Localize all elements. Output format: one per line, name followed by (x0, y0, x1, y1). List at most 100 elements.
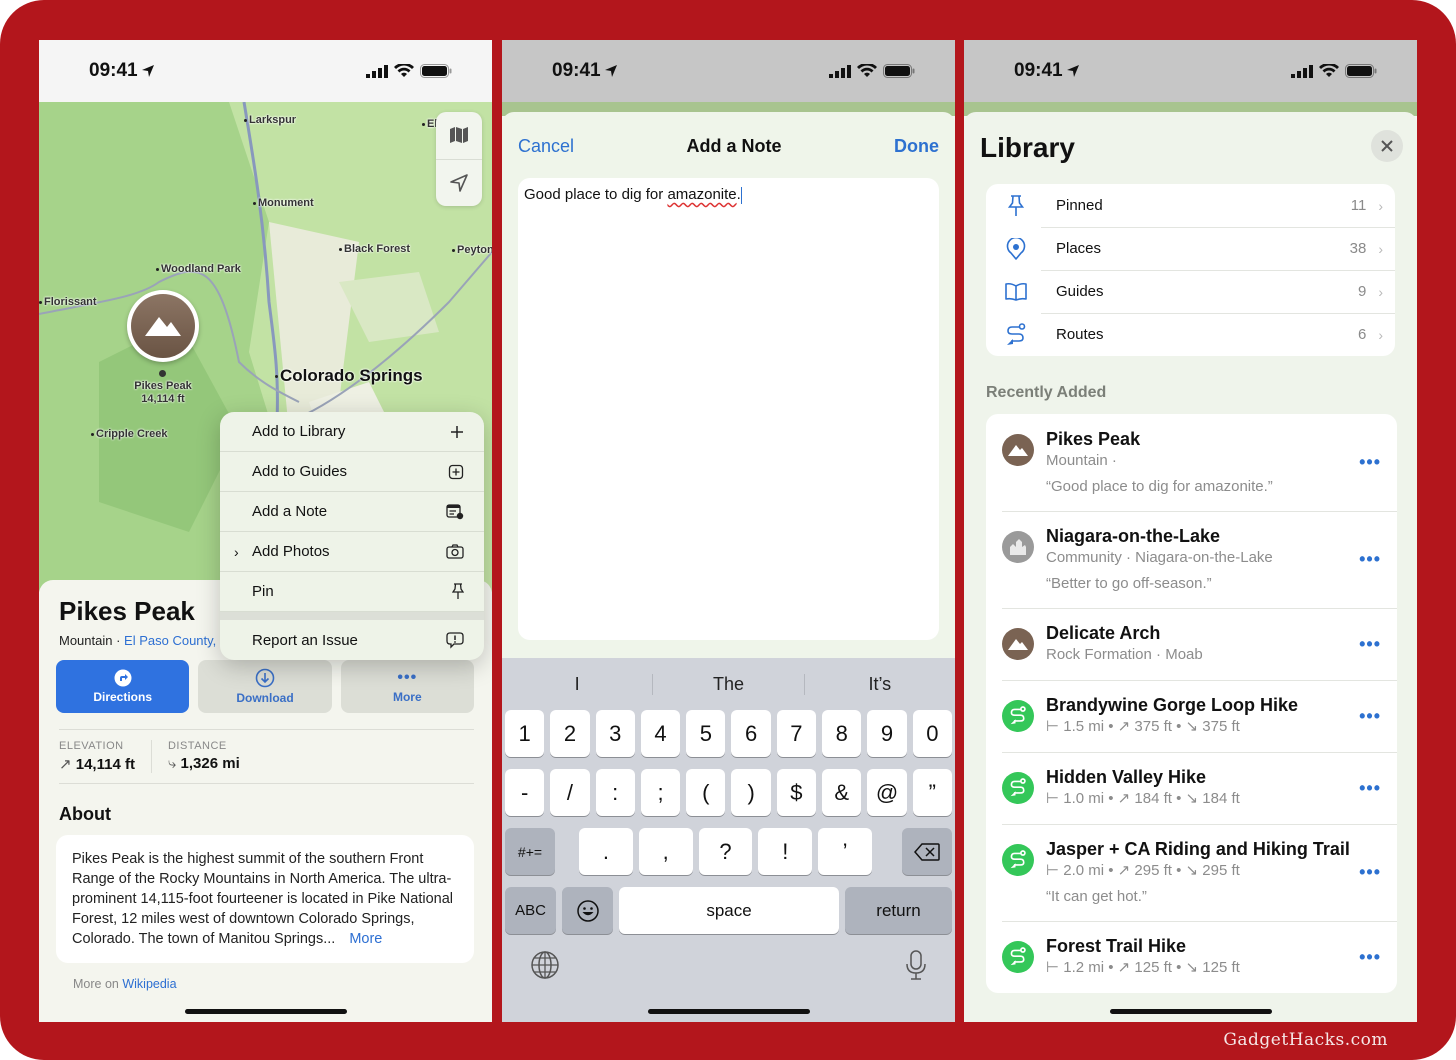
recent-item[interactable]: Jasper + CA Riding and Hiking Trail ⊢ 2.0… (986, 824, 1397, 921)
menu-item-add-to-guides[interactable]: Add to Guides (220, 452, 484, 492)
recent-item-note: “Better to go off-season.” (1046, 575, 1212, 592)
key[interactable]: 2 (550, 710, 590, 757)
key[interactable]: : (595, 769, 635, 816)
more-options-button[interactable]: ••• (1359, 452, 1381, 473)
space-key[interactable]: space (619, 887, 839, 934)
map-label[interactable]: Peyton (452, 244, 492, 256)
map-label[interactable]: Cripple Creek (91, 428, 168, 440)
menu-item-add-a-note[interactable]: Add a Note (220, 492, 484, 532)
key[interactable]: $ (776, 769, 817, 816)
emoji-key[interactable] (562, 887, 613, 934)
key[interactable]: 3 (595, 710, 635, 757)
map-mode-button[interactable] (436, 112, 482, 160)
recent-item[interactable]: Niagara-on-the-Lake Community · Niagara-o… (986, 511, 1397, 608)
home-indicator[interactable] (1109, 1009, 1272, 1014)
home-indicator[interactable] (647, 1009, 810, 1014)
globe-icon[interactable] (530, 950, 560, 980)
key[interactable]: 7 (776, 710, 817, 757)
more-options-button[interactable]: ••• (1359, 778, 1381, 799)
note-sheet: Cancel Add a Note Done Good place to dig… (502, 112, 955, 658)
recent-item[interactable]: Delicate Arch Rock Formation · Moab ••• (986, 608, 1397, 680)
menu-item-pin[interactable]: Pin (220, 572, 484, 612)
category-routes[interactable]: Routes 6 › (986, 313, 1395, 356)
key[interactable]: ! (758, 828, 813, 875)
note-text-field[interactable]: Good place to dig for amazonite. (518, 178, 939, 640)
key[interactable]: @ (867, 769, 907, 816)
more-options-button[interactable]: ••• (1359, 947, 1381, 968)
home-indicator[interactable] (184, 1009, 347, 1014)
key[interactable]: , (638, 828, 693, 875)
key[interactable]: ” (912, 769, 952, 816)
map-label[interactable]: Larkspur (244, 114, 296, 126)
key-row-symbols: - /:;() $ & @” (502, 769, 955, 816)
return-key[interactable]: return (845, 887, 952, 934)
map-label[interactable]: Monument (253, 197, 314, 209)
key[interactable]: . (579, 828, 633, 875)
key[interactable]: & (822, 769, 862, 816)
category-guides[interactable]: Guides 9 › (986, 270, 1395, 313)
place-pin[interactable] (127, 290, 199, 362)
key[interactable]: / (550, 769, 590, 816)
menu-item-add-to-library[interactable]: Add to Library (220, 412, 484, 452)
map-city-label[interactable]: Colorado Springs (275, 366, 423, 386)
recent-item-subtitle: Rock Formation · Moab (1046, 646, 1203, 663)
suggestion[interactable]: The (652, 673, 803, 695)
key[interactable]: 8 (822, 710, 862, 757)
more-label: More (392, 690, 422, 704)
close-button[interactable] (1371, 130, 1403, 162)
symbols-key[interactable]: #+= (505, 828, 555, 875)
recent-item[interactable]: Brandywine Gorge Loop Hike ⊢ 1.5 mi • ↗ 3… (986, 680, 1397, 752)
key[interactable]: ; (640, 769, 681, 816)
suggestion[interactable]: It’s (803, 673, 955, 695)
route-icon (1010, 778, 1026, 797)
map-label[interactable]: Woodland Park (156, 263, 241, 275)
stat-key: DISTANCE (167, 740, 227, 752)
more-options-button[interactable]: ••• (1359, 549, 1381, 570)
more-options-button[interactable]: ••• (1359, 706, 1381, 727)
key[interactable]: 6 (731, 710, 771, 757)
place-county-link[interactable]: El Paso County, (124, 633, 216, 648)
abc-key[interactable]: ABC (505, 887, 556, 934)
place-stats: ELEVATION ↗ 14,114 ft DISTANCE ⤷ 1,326 m… (59, 729, 474, 784)
key[interactable]: 4 (640, 710, 681, 757)
menu-item-report-issue[interactable]: Report an Issue (220, 620, 484, 660)
key[interactable]: 5 (686, 710, 726, 757)
key[interactable]: 0 (912, 710, 952, 757)
done-button[interactable]: Done (894, 136, 939, 157)
map-label[interactable]: Black Forest (339, 243, 410, 255)
delete-key[interactable] (901, 828, 952, 875)
menu-item-add-photos[interactable]: › Add Photos (220, 532, 484, 572)
wikipedia-link[interactable]: Wikipedia (122, 977, 176, 991)
recent-item[interactable]: Forest Trail Hike ⊢ 1.2 mi • ↗ 125 ft • ↘… (986, 921, 1397, 993)
key[interactable]: ) (731, 769, 771, 816)
recent-item-subtitle: ⊢ 1.0 mi • ↗ 184 ft • ↘ 184 ft (1046, 790, 1240, 807)
suggestion[interactable]: I (502, 674, 652, 695)
key[interactable]: - (505, 769, 545, 816)
category-pinned[interactable]: Pinned 11 › (986, 184, 1395, 227)
status-bar: 09:41 (39, 40, 492, 102)
key[interactable]: ? (698, 828, 753, 875)
cellular-signal-icon (829, 64, 851, 78)
recent-item[interactable]: Hidden Valley Hike ⊢ 1.0 mi • ↗ 184 ft • … (986, 752, 1397, 824)
more-button[interactable]: ••• More (340, 660, 474, 713)
keyboard: I The It’s 1234567890 - /:;() $ & @” #+= . ,… (502, 658, 955, 1022)
chevron-right-icon: › (234, 543, 239, 560)
recent-item[interactable]: Pikes Peak Mountain · “Good place to dig f… (986, 414, 1397, 511)
about-more-link[interactable]: More (349, 931, 382, 947)
directions-button[interactable]: Directions (56, 660, 190, 713)
misspelled-word[interactable]: amazonite (667, 186, 736, 203)
recent-item-body: Jasper + CA Riding and Hiking Trail ⊢ 2.0… (1046, 838, 1359, 907)
key[interactable]: 1 (505, 710, 545, 757)
key[interactable]: ’ (818, 828, 872, 875)
locate-button[interactable] (436, 160, 482, 207)
key[interactable]: ( (686, 769, 726, 816)
map-label[interactable]: Florissant (39, 296, 97, 308)
more-options-button[interactable]: ••• (1359, 862, 1381, 883)
download-button[interactable]: Download (198, 660, 332, 713)
recently-added-heading: Recently Added (986, 384, 1107, 401)
cancel-button[interactable]: Cancel (518, 136, 574, 157)
key[interactable]: 9 (867, 710, 907, 757)
microphone-icon[interactable] (905, 950, 927, 980)
more-options-button[interactable]: ••• (1359, 634, 1381, 655)
category-places[interactable]: Places 38 › (986, 227, 1395, 270)
